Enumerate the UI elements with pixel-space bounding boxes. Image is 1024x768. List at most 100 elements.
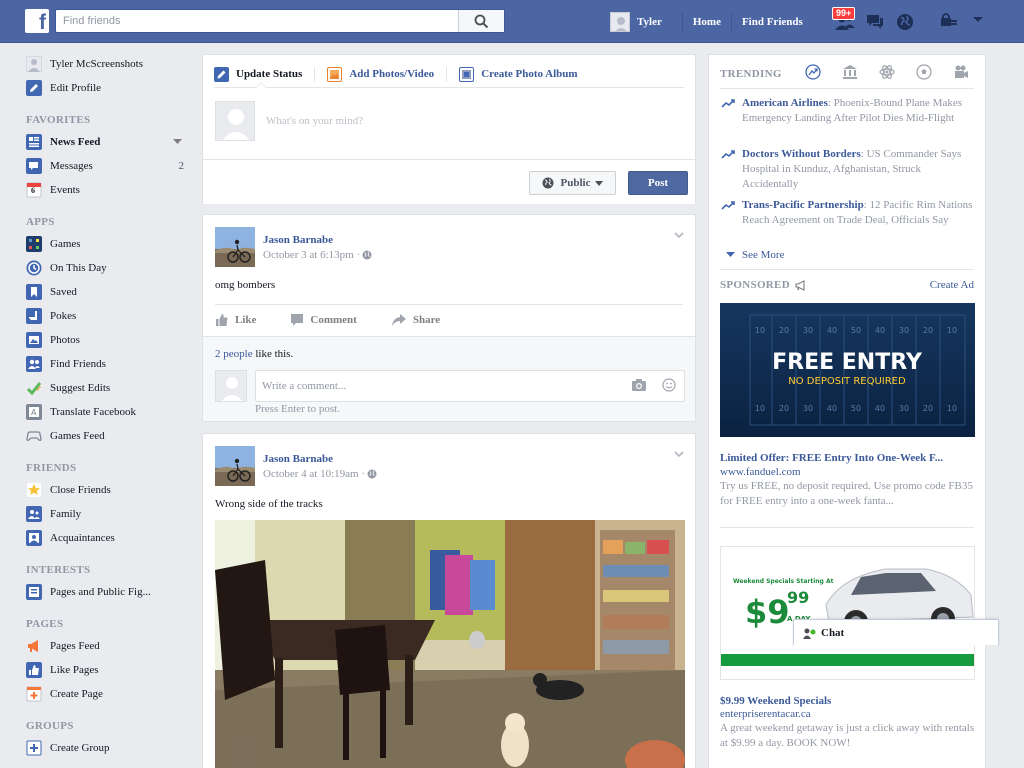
audience-selector[interactable]: Public [529, 171, 616, 195]
games-icon [26, 236, 42, 252]
nav-suggest-edits[interactable]: Suggest Edits [26, 376, 186, 400]
chat-tab[interactable]: Chat [793, 619, 999, 645]
apps-heading[interactable]: APPS [26, 208, 186, 232]
trending-topic[interactable]: American Airlines [742, 97, 828, 109]
post-text: omg bombers [215, 279, 276, 291]
nav-profile[interactable]: Tyler McScreenshots [26, 52, 186, 76]
notifications-jewel[interactable] [890, 10, 920, 34]
ad-title[interactable]: Limited Offer: FREE Entry Into One-Week … [720, 452, 975, 464]
share-button[interactable]: Share [391, 313, 440, 327]
chevron-down-icon[interactable] [673, 448, 685, 460]
post-timestamp[interactable]: October 3 at 6:13pm · [263, 249, 372, 261]
chevron-down-icon [726, 252, 735, 257]
trending-topic[interactable]: Doctors Without Borders [742, 148, 861, 160]
nav-label: Family [50, 508, 82, 520]
yard-marker: 10 [755, 326, 765, 335]
favorites-heading[interactable]: FAVORITES [26, 106, 186, 130]
trending-science-tab[interactable] [875, 63, 899, 81]
nav-create-page[interactable]: Create Page [26, 682, 186, 706]
groups-heading[interactable]: GROUPS [26, 712, 186, 736]
nav-messages[interactable]: Messages 2 [26, 154, 186, 178]
likes-link[interactable]: 2 people [215, 348, 253, 360]
find-friends-link[interactable]: Find Friends [732, 12, 813, 32]
star-icon [26, 482, 42, 498]
like-button[interactable]: Like [215, 313, 256, 327]
search-input[interactable] [56, 10, 456, 32]
ad-image[interactable]: 10 20 30 40 50 40 30 20 10 10 20 30 40 50 40 30 20 10 FR… [720, 303, 975, 437]
tab-add-photos-video[interactable]: Add Photos/Video [327, 66, 448, 82]
nav-edit-profile[interactable]: Edit Profile [26, 76, 186, 100]
friends-heading[interactable]: FRIENDS [26, 454, 186, 478]
avatar[interactable] [215, 227, 255, 267]
nav-label: Create Page [50, 688, 103, 700]
trending-entertainment-tab[interactable] [949, 63, 973, 81]
ad-image[interactable]: Weekend Specials Starting At $9 99 A DAY [720, 546, 975, 680]
trending-sports-tab[interactable] [912, 63, 936, 81]
emoji-icon[interactable] [662, 378, 676, 392]
messages-jewel[interactable] [860, 10, 890, 34]
nav-label: Translate Facebook [50, 406, 137, 418]
create-ad-link[interactable]: Create Ad [930, 279, 974, 291]
post-timestamp[interactable]: October 4 at 10:19am · [263, 468, 377, 480]
ad-url[interactable]: enterpriserentacar.ca [720, 708, 811, 720]
avatar[interactable] [215, 446, 255, 486]
avatar [215, 370, 247, 402]
friend-requests-jewel[interactable]: 99+ [830, 6, 860, 34]
comment-icon [291, 313, 304, 326]
top-user-link[interactable]: Tyler [610, 11, 683, 32]
chevron-down-icon[interactable] [173, 139, 182, 145]
settings-area[interactable] [940, 12, 984, 28]
search-button[interactable] [458, 10, 504, 32]
nav-family[interactable]: Family [26, 502, 186, 526]
trending-topic[interactable]: Trans-Pacific Partnership [742, 199, 864, 211]
camera-icon[interactable] [631, 378, 647, 392]
globe-icon [542, 177, 554, 189]
see-more-link[interactable]: See More [726, 249, 784, 261]
status-input[interactable]: What's on your mind? [266, 115, 363, 127]
trending-item[interactable]: Trans-Pacific Partnership: 12 Pacific Ri… [721, 198, 976, 228]
ad-title[interactable]: $9.99 Weekend Specials [720, 695, 975, 707]
tab-create-photo-album[interactable]: Create Photo Album [459, 66, 589, 82]
nav-close-friends[interactable]: Close Friends [26, 478, 186, 502]
nav-on-this-day[interactable]: On This Day [26, 256, 186, 280]
nav-pages-feed[interactable]: Pages Feed [26, 634, 186, 658]
nav-pages-public-figures[interactable]: Pages and Public Fig... [26, 580, 186, 604]
nav-create-group[interactable]: Create Group [26, 736, 186, 760]
suggest-edits-icon [26, 380, 42, 396]
trending-item[interactable]: American Airlines: Phoenix-Bound Plane M… [721, 96, 976, 126]
nav-label: Pages Feed [50, 640, 100, 652]
tab-update-status[interactable]: Update Status [214, 66, 316, 82]
post-author[interactable]: Jason Barnabe [263, 234, 333, 246]
ad-url[interactable]: www.fanduel.com [720, 466, 801, 478]
nav-acquaintances[interactable]: Acquaintances [26, 526, 186, 550]
trending-item[interactable]: Doctors Without Borders: US Commander Sa… [721, 147, 976, 192]
post-button[interactable]: Post [628, 171, 688, 195]
yard-marker: 40 [875, 326, 885, 335]
trending-politics-tab[interactable] [838, 63, 862, 81]
nav-translate[interactable]: A Translate Facebook [26, 400, 186, 424]
thumbs-up-icon [26, 662, 42, 678]
post-author[interactable]: Jason Barnabe [263, 453, 333, 465]
facebook-logo[interactable]: f [25, 9, 49, 33]
interests-heading[interactable]: INTERESTS [26, 556, 186, 580]
nav-events[interactable]: 6 Events [26, 178, 186, 202]
trending-top-tab[interactable] [801, 63, 825, 81]
nav-news-feed[interactable]: News Feed [26, 130, 186, 154]
home-link[interactable]: Home [683, 11, 732, 32]
nav-find-friends[interactable]: Find Friends [26, 352, 186, 376]
chevron-down-icon[interactable] [673, 229, 685, 241]
nav-pokes[interactable]: Pokes [26, 304, 186, 328]
chevron-down-icon [973, 17, 983, 22]
nav-games-feed[interactable]: Games Feed [26, 424, 186, 448]
comment-input[interactable]: Write a comment... [255, 370, 685, 402]
comment-button[interactable]: Comment [290, 313, 357, 327]
pages-heading[interactable]: PAGES [26, 610, 186, 634]
nav-like-pages[interactable]: Like Pages [26, 658, 186, 682]
nav-photos[interactable]: Photos [26, 328, 186, 352]
nav-saved[interactable]: Saved [26, 280, 186, 304]
clock-icon [26, 260, 42, 276]
gamepad-icon [26, 428, 42, 444]
yard-marker: 20 [779, 326, 789, 335]
post-photo[interactable] [215, 520, 685, 768]
nav-games[interactable]: Games [26, 232, 186, 256]
